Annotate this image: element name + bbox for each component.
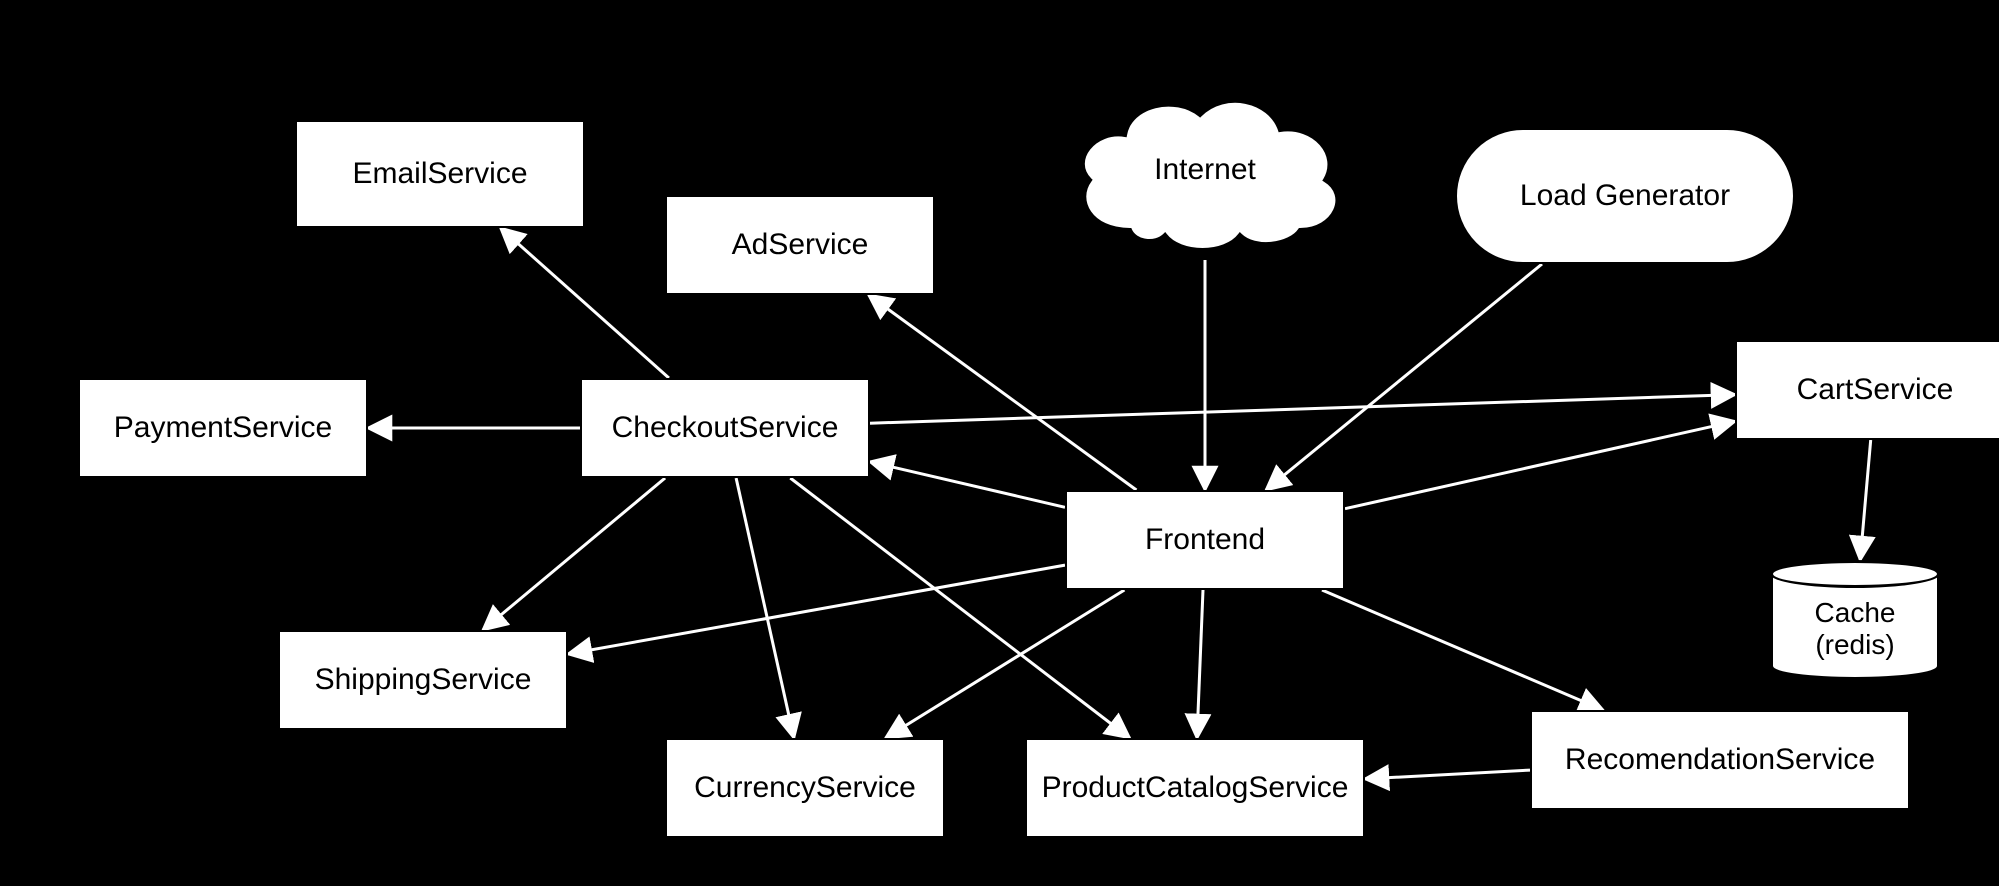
node-shipping-service: ShippingService xyxy=(278,630,568,730)
edge-frontend-to-shipping xyxy=(568,565,1065,654)
edge-frontend-to-recommend xyxy=(1322,590,1603,710)
cylinder-top xyxy=(1770,560,1940,588)
node-label: Cache xyxy=(1815,597,1896,629)
node-label: AdService xyxy=(732,228,869,262)
edge-checkout-to-email xyxy=(501,228,669,378)
node-label: Frontend xyxy=(1145,523,1265,557)
edge-loadgen-to-frontend xyxy=(1266,264,1542,490)
edge-recommend-to-catalog xyxy=(1365,770,1530,779)
node-ad-service: AdService xyxy=(665,195,935,295)
node-frontend: Frontend xyxy=(1065,490,1345,590)
node-label: CheckoutService xyxy=(612,411,839,445)
edge-frontend-to-checkout xyxy=(870,462,1065,508)
edge-frontend-to-catalog xyxy=(1197,590,1203,738)
edge-frontend-to-cart xyxy=(1345,421,1735,508)
edge-checkout-to-currency xyxy=(736,478,794,738)
node-label: ShippingService xyxy=(315,663,532,697)
node-recommendation-service: RecomendationService xyxy=(1530,710,1910,810)
node-label-sub: (redis) xyxy=(1815,629,1894,661)
edge-frontend-to-ad xyxy=(869,295,1137,490)
node-load-generator: Load Generator xyxy=(1455,128,1795,264)
edge-checkout-to-shipping xyxy=(483,478,665,630)
edge-cart-to-cache xyxy=(1860,440,1871,560)
node-cache-redis: Cache (redis) xyxy=(1770,560,1940,680)
node-payment-service: PaymentService xyxy=(78,378,368,478)
node-checkout-service: CheckoutService xyxy=(580,378,870,478)
node-email-service: EmailService xyxy=(295,120,585,228)
node-currency-service: CurrencyService xyxy=(665,738,945,838)
node-label: ProductCatalogService xyxy=(1042,771,1349,805)
node-product-catalog-service: ProductCatalogService xyxy=(1025,738,1365,838)
edge-frontend-to-currency xyxy=(886,590,1125,738)
node-label: EmailService xyxy=(352,157,527,191)
node-label: RecomendationService xyxy=(1565,743,1875,777)
node-label: Internet xyxy=(1154,153,1256,187)
diagram-canvas: EmailService AdService Internet Load Gen… xyxy=(0,0,1999,886)
node-label: PaymentService xyxy=(114,411,332,445)
node-label: Load Generator xyxy=(1520,179,1730,213)
node-internet: Internet xyxy=(1055,80,1355,260)
node-label: CurrencyService xyxy=(694,771,916,805)
node-cart-service: CartService xyxy=(1735,340,1999,440)
edge-checkout-to-cart xyxy=(870,395,1735,424)
node-label: CartService xyxy=(1797,373,1954,407)
